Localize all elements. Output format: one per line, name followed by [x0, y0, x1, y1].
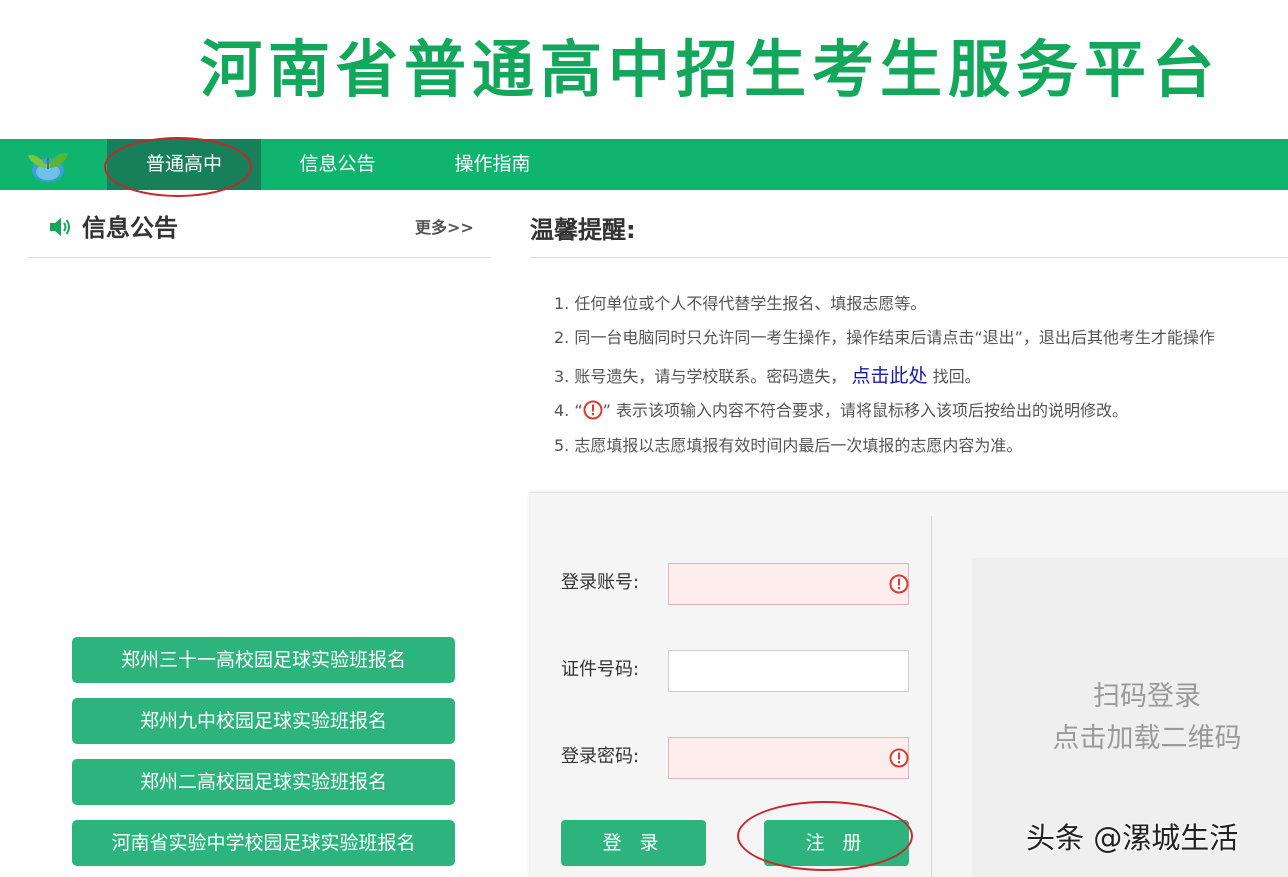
tip-item-1: 1. 任何单位或个人不得代替学生报名、填报志愿等。	[554, 294, 927, 313]
tip-item-2: 2. 同一台电脑同时只允许同一考生操作，操作结束后请点击“退出”，退出后其他考生…	[554, 328, 1215, 347]
password-label: 登录密码:	[561, 746, 640, 767]
signup-button-zz9[interactable]: 郑州九中校园足球实验班报名	[72, 698, 455, 744]
id-number-input[interactable]	[668, 650, 909, 692]
nav-tab-announcements[interactable]: 信息公告	[270, 139, 405, 190]
id-number-label: 证件号码:	[561, 659, 640, 680]
watermark: 头条 @漯城生活	[1026, 821, 1239, 855]
tips-title: 温馨提醒:	[530, 216, 636, 244]
tip-item-3-suffix: 找回。	[932, 367, 981, 386]
announcements-title: 信息公告	[82, 214, 178, 242]
nav-tab-general-high-school[interactable]: 普通高中	[107, 139, 261, 190]
site-title: 河南省普通高中招生考生服务平台	[200, 33, 1221, 106]
nav-tab-guide[interactable]: 操作指南	[425, 139, 560, 190]
password-warning-icon	[889, 748, 909, 768]
speaker-icon	[50, 218, 70, 236]
qr-load-hint: 点击加载二维码	[1052, 723, 1242, 754]
signup-button-zz31[interactable]: 郑州三十一高校园足球实验班报名	[72, 637, 455, 683]
account-label: 登录账号:	[561, 572, 640, 593]
qr-title: 扫码登录	[1093, 681, 1201, 712]
tips-header: 温馨提醒:	[530, 204, 1288, 258]
tip-item-3: 3. 账号遗失，请与学校联系。密码遗失， 点击此处 找回。	[554, 362, 981, 391]
login-button[interactable]: 登 录	[561, 820, 706, 866]
announcements-header: 信息公告 更多>>	[28, 204, 490, 258]
more-link[interactable]: 更多>>	[415, 216, 474, 240]
warning-icon	[583, 400, 603, 420]
tip-item-4: 4. “ ” 表示该项输入内容不符合要求，请将鼠标移入该项后按给出的说明修改。	[554, 397, 1128, 425]
leaf-logo-icon	[28, 153, 68, 182]
signup-button-zz2[interactable]: 郑州二高校园足球实验班报名	[72, 759, 455, 805]
tip-item-3-text: 3. 账号遗失，请与学校联系。密码遗失，	[554, 367, 847, 386]
top-navbar: 普通高中 信息公告 操作指南	[0, 139, 1288, 190]
account-input[interactable]	[668, 563, 909, 605]
recover-password-link[interactable]: 点击此处	[851, 365, 927, 387]
tip-item-4-prefix: 4. “	[554, 401, 583, 420]
password-input[interactable]	[668, 737, 909, 779]
signup-button-henan-experimental[interactable]: 河南省实验中学校园足球实验班报名	[72, 820, 455, 866]
account-warning-icon	[889, 574, 909, 594]
page: 河南省普通高中招生考生服务平台 普通高中 信息公告 操作指南 信息公告 更多>>…	[0, 0, 1288, 877]
register-button[interactable]: 注 册	[764, 820, 909, 866]
tip-item-4-text: ” 表示该项输入内容不符合要求，请将鼠标移入该项后按给出的说明修改。	[602, 401, 1129, 420]
tip-item-5: 5. 志愿填报以志愿填报有效时间内最后一次填报的志愿内容为准。	[554, 436, 1023, 455]
panel-divider	[931, 516, 932, 877]
